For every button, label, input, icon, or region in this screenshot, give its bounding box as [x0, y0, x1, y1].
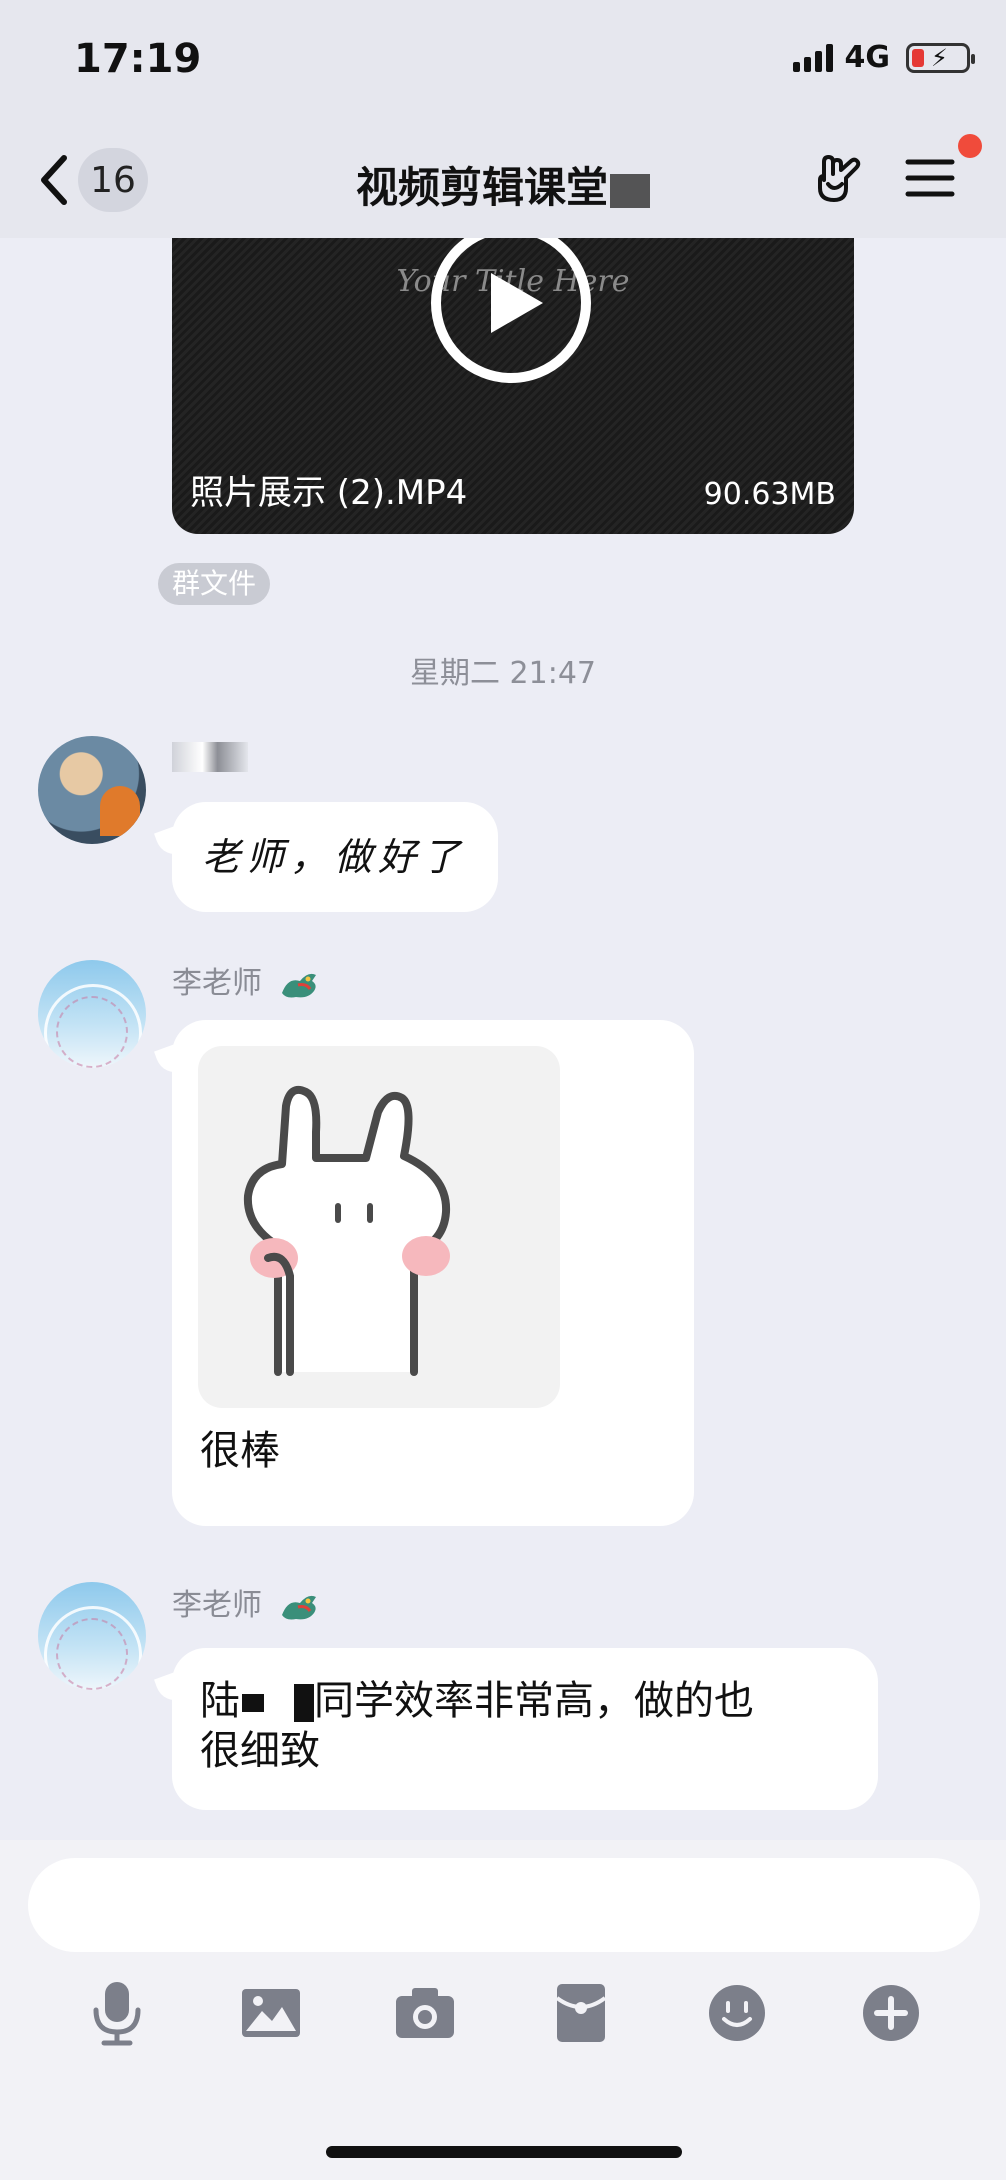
home-indicator[interactable]: [326, 2146, 682, 2158]
battery-icon: ⚡: [906, 42, 975, 73]
sticker-caption: 很棒: [200, 1428, 280, 1474]
avatar[interactable]: [38, 1582, 146, 1690]
sender-name-text: 李老师: [172, 966, 262, 1001]
message-list[interactable]: Your Title Here 照片展示 (2).MP4 90.63MB 群文件…: [0, 238, 1006, 1838]
message-text-line2: 很细致: [200, 1728, 320, 1774]
bunny-sticker[interactable]: [198, 1046, 560, 1408]
sticker-message-bubble[interactable]: 很棒: [172, 1020, 694, 1526]
message-text: 老师，做好了: [202, 835, 467, 879]
avatar[interactable]: [38, 960, 146, 1068]
plus-icon[interactable]: [858, 1980, 924, 2046]
emoji-icon[interactable]: [704, 1980, 770, 2046]
avatar[interactable]: [38, 736, 146, 844]
status-indicators: 4G ⚡: [792, 40, 975, 75]
status-time: 17:19: [74, 36, 202, 82]
group-file-tag[interactable]: 群文件: [158, 563, 271, 605]
message-text-start: 陆: [200, 1678, 240, 1724]
sender-name: 李老师: [172, 1580, 320, 1625]
sender-name-text: 李老师: [172, 1588, 262, 1623]
dragon-badge-icon: [281, 1595, 316, 1619]
message-timestamp: 星期二 21:47: [410, 656, 596, 691]
redacted-mark: [294, 1684, 314, 1722]
message-input[interactable]: [28, 1858, 980, 1952]
message-bubble[interactable]: 老师，做好了: [172, 802, 498, 912]
redacted-mark: [242, 1694, 264, 1712]
chat-title-text: 视频剪辑课堂: [355, 163, 608, 212]
signal-icon: [792, 43, 833, 72]
menu-icon[interactable]: [904, 152, 956, 204]
network-type: 4G: [844, 40, 891, 75]
video-file-size: 90.63MB: [703, 477, 836, 512]
image-icon[interactable]: [238, 1980, 304, 2046]
dragon-badge-icon: [281, 973, 316, 997]
video-file-name: 照片展示 (2).MP4: [190, 473, 468, 513]
camera-icon[interactable]: [392, 1980, 458, 2046]
microphone-icon[interactable]: [84, 1980, 150, 2046]
message-bubble[interactable]: 陆 同学效率非常高，做的也 很细致: [172, 1648, 878, 1810]
sender-name: 李老师: [172, 958, 320, 1003]
red-packet-icon[interactable]: [548, 1980, 614, 2046]
chat-header: 16 视频剪辑课堂: [0, 120, 1006, 238]
composer-bar: [0, 1840, 1006, 2180]
hand-gesture-icon[interactable]: [810, 150, 866, 206]
message-text: 陆 同学效率非常高，做的也 很细致: [200, 1676, 860, 1776]
play-button[interactable]: [431, 238, 591, 383]
redacted-mark: [610, 173, 650, 208]
notification-dot: [958, 134, 982, 158]
message-text-end: 同学效率非常高，做的也: [314, 1678, 754, 1724]
video-file-message[interactable]: Your Title Here 照片展示 (2).MP4 90.63MB: [172, 238, 854, 534]
sender-name-redacted: [172, 738, 248, 773]
play-icon: [491, 273, 543, 333]
status-bar: 17:19 4G ⚡: [0, 0, 1006, 120]
